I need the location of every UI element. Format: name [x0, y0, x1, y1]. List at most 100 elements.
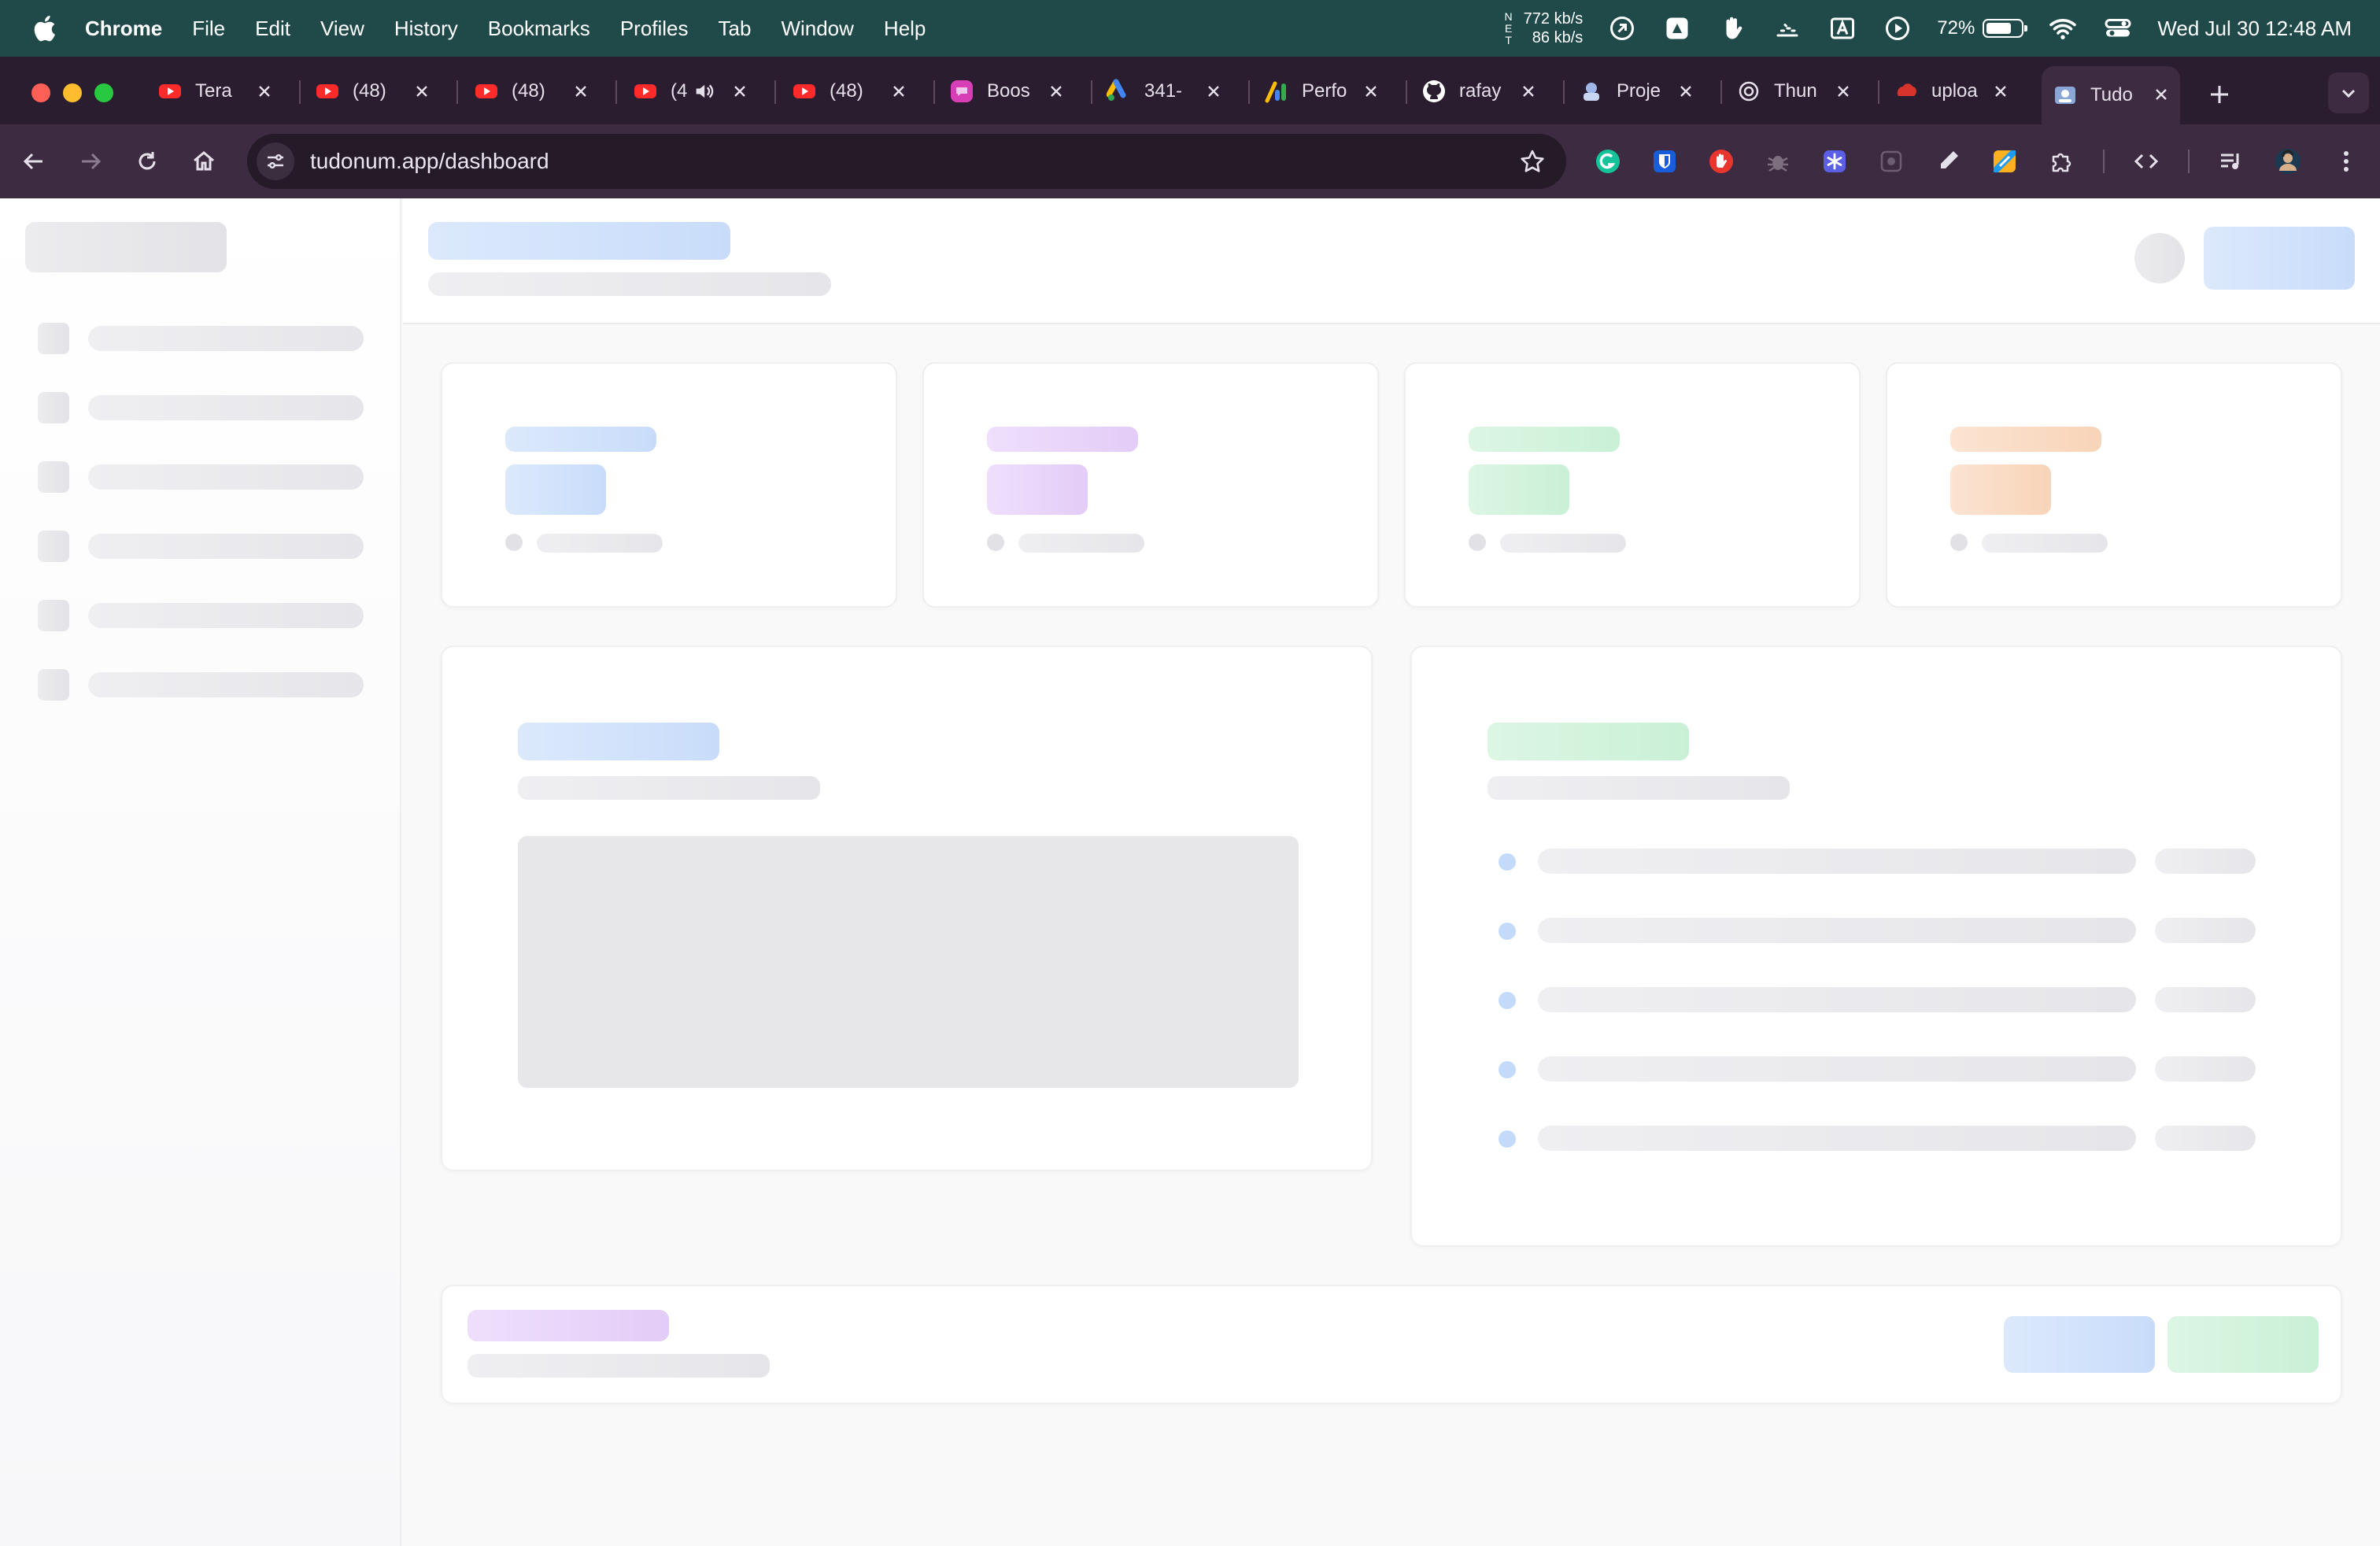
activity-meta-skeleton — [2155, 918, 2256, 943]
github-icon — [1421, 79, 1447, 104]
status-area: N E T 772 kb/s 86 kb/s 72% Wed Jul 30 12… — [1505, 0, 2352, 57]
browser-tab-active[interactable]: Tudo — [2042, 66, 2180, 124]
close-tab-icon[interactable] — [1988, 79, 2013, 104]
arrow-left-icon — [23, 153, 42, 170]
menu-window[interactable]: Window — [781, 17, 853, 41]
menu-tab[interactable]: Tab — [719, 17, 752, 41]
upload-app-icon — [1894, 79, 1919, 104]
stat-trend-skeleton — [1500, 534, 1626, 553]
audio-playing-icon[interactable] — [693, 80, 715, 102]
bitwarden-icon[interactable] — [1648, 145, 1681, 178]
grammarly-icon[interactable] — [1591, 145, 1624, 178]
input-source-icon[interactable] — [1827, 13, 1858, 44]
activity-subtitle-skeleton — [1488, 776, 1790, 800]
browser-tab[interactable]: 341- — [1107, 68, 1232, 115]
minimize-window-button[interactable] — [63, 83, 82, 102]
network-monitor[interactable]: N E T 772 kb/s 86 kb/s — [1505, 9, 1584, 47]
wifi-icon[interactable] — [2047, 13, 2079, 44]
menu-profiles[interactable]: Profiles — [620, 17, 689, 41]
rocket-icon[interactable] — [1606, 13, 1638, 44]
youtube-icon — [633, 79, 658, 104]
close-tab-icon[interactable] — [409, 79, 434, 104]
activity-dot — [1499, 923, 1516, 940]
close-tab-icon[interactable] — [252, 79, 277, 104]
close-tab-icon[interactable] — [1358, 79, 1384, 104]
screenshot-icon[interactable] — [1875, 145, 1908, 178]
bookmark-star-button[interactable] — [1516, 145, 1549, 178]
browser-tab[interactable]: rafay — [1421, 68, 1547, 115]
media-control-icon[interactable] — [2215, 145, 2248, 178]
page-header — [403, 198, 2380, 324]
home-button[interactable] — [186, 143, 222, 179]
more-menu-icon[interactable] — [2330, 145, 2363, 178]
menu-help[interactable]: Help — [884, 17, 926, 41]
browser-tab[interactable]: (48) — [315, 68, 441, 115]
puzzle-icon[interactable] — [2045, 145, 2078, 178]
eyedropper-icon[interactable] — [1931, 145, 1964, 178]
close-tab-icon[interactable] — [1831, 79, 1856, 104]
close-tab-icon[interactable] — [568, 79, 593, 104]
clock[interactable]: Wed Jul 30 12:48 AM — [2157, 17, 2352, 41]
menu-view[interactable]: View — [320, 17, 364, 41]
browser-tab[interactable]: Perfo — [1264, 68, 1390, 115]
apple-menu-icon[interactable] — [30, 14, 58, 43]
close-tab-icon[interactable] — [1044, 79, 1069, 104]
page-subtitle-skeleton — [428, 272, 831, 296]
browser-tab[interactable]: (48) — [792, 68, 918, 115]
back-button[interactable] — [16, 143, 52, 179]
site-info-button[interactable] — [257, 142, 294, 180]
menu-bookmarks[interactable]: Bookmarks — [488, 17, 590, 41]
browser-tab[interactable]: Proje — [1579, 68, 1705, 115]
battery-icon — [1983, 19, 2028, 38]
menu-file[interactable]: File — [192, 17, 225, 41]
tudonum-icon — [2053, 83, 2078, 108]
chart-title-skeleton — [518, 723, 719, 760]
snowflake-icon[interactable] — [1818, 145, 1851, 178]
menu-app-name[interactable]: Chrome — [85, 17, 162, 41]
stat-label-skeleton — [505, 427, 656, 452]
menu-edit[interactable]: Edit — [255, 17, 290, 41]
browser-tab[interactable]: Boos — [949, 68, 1075, 115]
hand-raise-icon[interactable] — [1717, 13, 1748, 44]
battery-percentage: 72% — [1937, 17, 1975, 39]
drive-icon[interactable] — [1661, 13, 1693, 44]
openai-icon — [1736, 79, 1761, 104]
stat-trend-dot — [505, 534, 523, 551]
browser-tab[interactable]: Tera — [157, 68, 283, 115]
hand-stop-icon[interactable] — [1705, 145, 1738, 178]
battery-status[interactable]: 72% — [1937, 17, 2028, 39]
play-icon[interactable] — [1882, 13, 1913, 44]
profile-avatar-icon[interactable] — [2271, 145, 2304, 178]
browser-tab[interactable]: (4 — [633, 68, 759, 115]
weather-icon[interactable] — [1772, 13, 1803, 44]
browser-tab[interactable]: (48) — [474, 68, 600, 115]
bug-icon[interactable] — [1761, 145, 1794, 178]
close-tab-icon[interactable] — [2149, 82, 2174, 107]
stat-trend-skeleton — [537, 534, 663, 553]
browser-tab[interactable]: uploa — [1894, 68, 2020, 115]
stat-label-skeleton — [1469, 427, 1620, 452]
close-tab-icon[interactable] — [1516, 79, 1541, 104]
menu-history[interactable]: History — [394, 17, 458, 41]
control-center-icon[interactable] — [2102, 13, 2134, 44]
close-tab-icon[interactable] — [1201, 79, 1226, 104]
tab-search-button[interactable] — [2328, 72, 2369, 113]
forward-button[interactable] — [72, 143, 109, 179]
stat-value-skeleton — [1469, 464, 1569, 515]
close-tab-icon[interactable] — [727, 79, 752, 104]
chart-subtitle-skeleton — [518, 776, 820, 800]
close-window-button[interactable] — [31, 83, 50, 102]
address-bar[interactable]: tudonum.app/dashboard — [247, 134, 1566, 189]
arrow-right-icon — [82, 153, 102, 170]
close-tab-icon[interactable] — [1673, 79, 1698, 104]
reload-button[interactable] — [129, 143, 165, 179]
sidebar-item-icon-skeleton — [38, 323, 69, 354]
close-tab-icon[interactable] — [886, 79, 911, 104]
browser-tab[interactable]: Thun — [1736, 68, 1862, 115]
stat-trend-skeleton — [1982, 534, 2108, 553]
zoom-window-button[interactable] — [94, 83, 113, 102]
new-tab-button[interactable] — [2204, 79, 2235, 110]
google-ads-icon — [1107, 79, 1132, 104]
color-picker-icon[interactable] — [1988, 145, 2021, 178]
code-icon[interactable] — [2130, 145, 2163, 178]
